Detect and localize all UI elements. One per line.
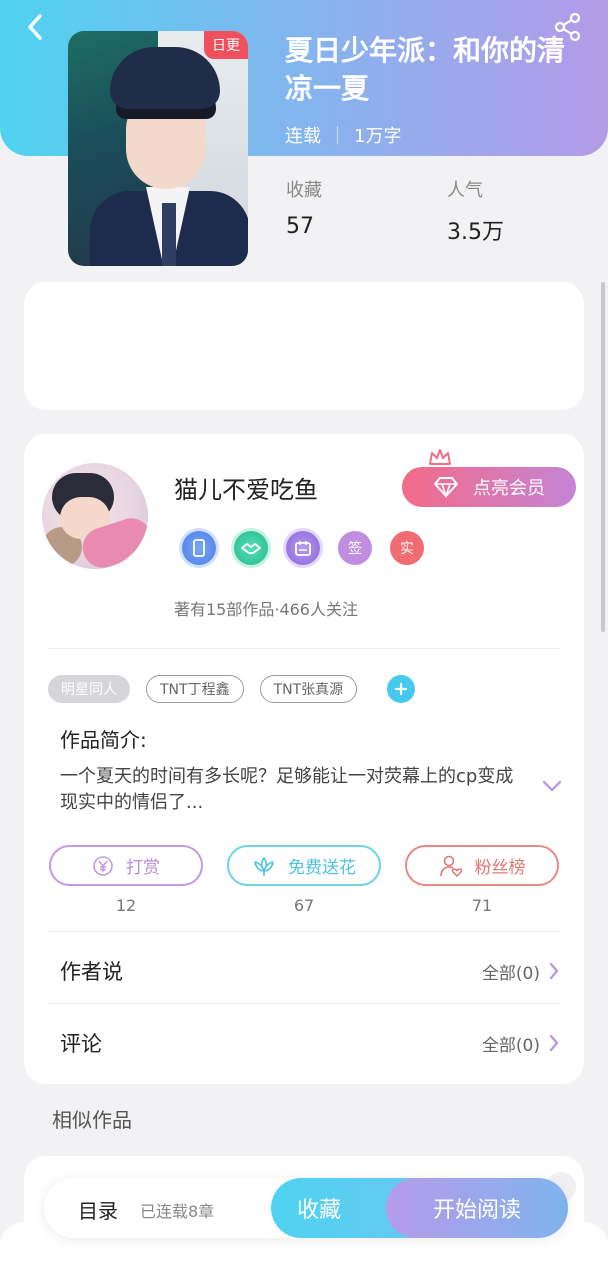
yen-icon (92, 855, 114, 877)
author-notes-title: 作者说 (60, 960, 123, 984)
fans-count: 71 (471, 896, 493, 915)
stat-favorites: 收藏 57 (286, 176, 322, 239)
ad-card (24, 282, 584, 410)
vip-button-label: 点亮会员 (473, 478, 545, 499)
author-medals: 签 实 (182, 531, 424, 565)
calendar-medal-icon[interactable] (286, 531, 320, 565)
stat-label: 收藏 (286, 180, 322, 201)
chevron-right-icon (548, 961, 560, 981)
reward-button[interactable]: 打赏 (49, 845, 203, 886)
author-notes-row[interactable]: 作者说 全部(0) (60, 951, 560, 991)
chevron-left-icon (28, 14, 42, 40)
author-summary: 著有15部作品·466人关注 (174, 600, 358, 619)
scrollbar[interactable] (601, 282, 605, 632)
plus-icon (395, 682, 408, 696)
intro-text: 一个夏天的时间有多长呢？足够能让一对荧幕上的cp变成现实中的情侣了... (60, 766, 514, 813)
crown-icon (429, 449, 451, 465)
chapter-status: 已连载8章 (140, 1202, 215, 1221)
flower-count: 67 (293, 896, 315, 915)
chevron-down-icon (542, 780, 562, 792)
author-notes-all[interactable]: 全部(0) (482, 959, 560, 984)
view-all-label: 全部(0) (481, 1035, 540, 1056)
author-avatar[interactable] (42, 463, 148, 569)
user-heart-icon (439, 854, 463, 878)
book-cover[interactable]: 日更 (68, 31, 248, 266)
author-name[interactable]: 猫儿不爱吃鱼 (174, 470, 318, 505)
cover-figure-hat (110, 47, 220, 109)
book-meta: 连载 1万字 (285, 122, 401, 148)
divider (48, 1003, 560, 1004)
stat-value: 3.5万 (447, 220, 504, 245)
diamond-icon (434, 477, 458, 498)
toc-button[interactable]: 目录 (78, 1195, 118, 1224)
start-reading-label: 开始阅读 (432, 1198, 521, 1223)
tag-list: 明星同人 TNT丁程鑫 TNT张真源 (48, 675, 416, 703)
daily-update-badge: 日更 (204, 31, 248, 59)
tag-item[interactable]: TNT丁程鑫 (146, 675, 244, 703)
divider (48, 931, 560, 932)
flower-icon (252, 855, 276, 877)
tag-item[interactable]: TNT张真源 (259, 675, 358, 703)
back-button[interactable] (18, 10, 52, 44)
comments-all[interactable]: 全部(0) (482, 1031, 560, 1056)
handshake-medal-icon[interactable] (234, 531, 268, 565)
chevron-right-icon (548, 1033, 560, 1053)
start-reading-button[interactable]: 开始阅读 (386, 1178, 568, 1238)
signed-medal[interactable]: 签 (338, 531, 372, 565)
comments-row[interactable]: 评论 全部(0) (60, 1023, 560, 1063)
add-tag-button[interactable] (387, 675, 416, 703)
book-title: 夏日少年派：和你的清凉一夏 (285, 34, 566, 105)
reward-count: 12 (115, 896, 137, 915)
bottom-action-bar: 目录 已连载8章 收藏 开始阅读 (44, 1178, 568, 1238)
stat-label: 人气 (447, 180, 483, 201)
stat-popularity: 人气 3.5万 (447, 176, 504, 246)
view-all-label: 全部(0) (481, 963, 540, 984)
stat-value: 57 (286, 214, 314, 239)
send-flower-label: 免费送花 (288, 858, 356, 878)
meta-divider (337, 126, 338, 144)
book-status: 连载 (285, 126, 321, 147)
phone-medal-icon[interactable] (182, 531, 216, 565)
send-flower-button[interactable]: 免费送花 (227, 845, 381, 886)
fan-ranking-label: 粉丝榜 (474, 858, 526, 878)
reward-label: 打赏 (126, 858, 160, 878)
book-word-count: 1万字 (354, 126, 402, 147)
fan-ranking-button[interactable]: 粉丝榜 (405, 845, 559, 886)
divider (48, 648, 560, 649)
tag-category[interactable]: 明星同人 (48, 675, 130, 703)
activate-vip-button[interactable]: 点亮会员 (402, 467, 576, 507)
cover-figure-tie (162, 203, 176, 266)
comments-title: 评论 (60, 1032, 102, 1056)
favorite-label: 收藏 (297, 1198, 342, 1223)
expand-intro-button[interactable] (540, 778, 564, 798)
verified-medal[interactable]: 实 (390, 531, 424, 565)
similar-works-heading: 相似作品 (52, 1108, 132, 1132)
intro-label: 作品简介: (60, 728, 147, 752)
